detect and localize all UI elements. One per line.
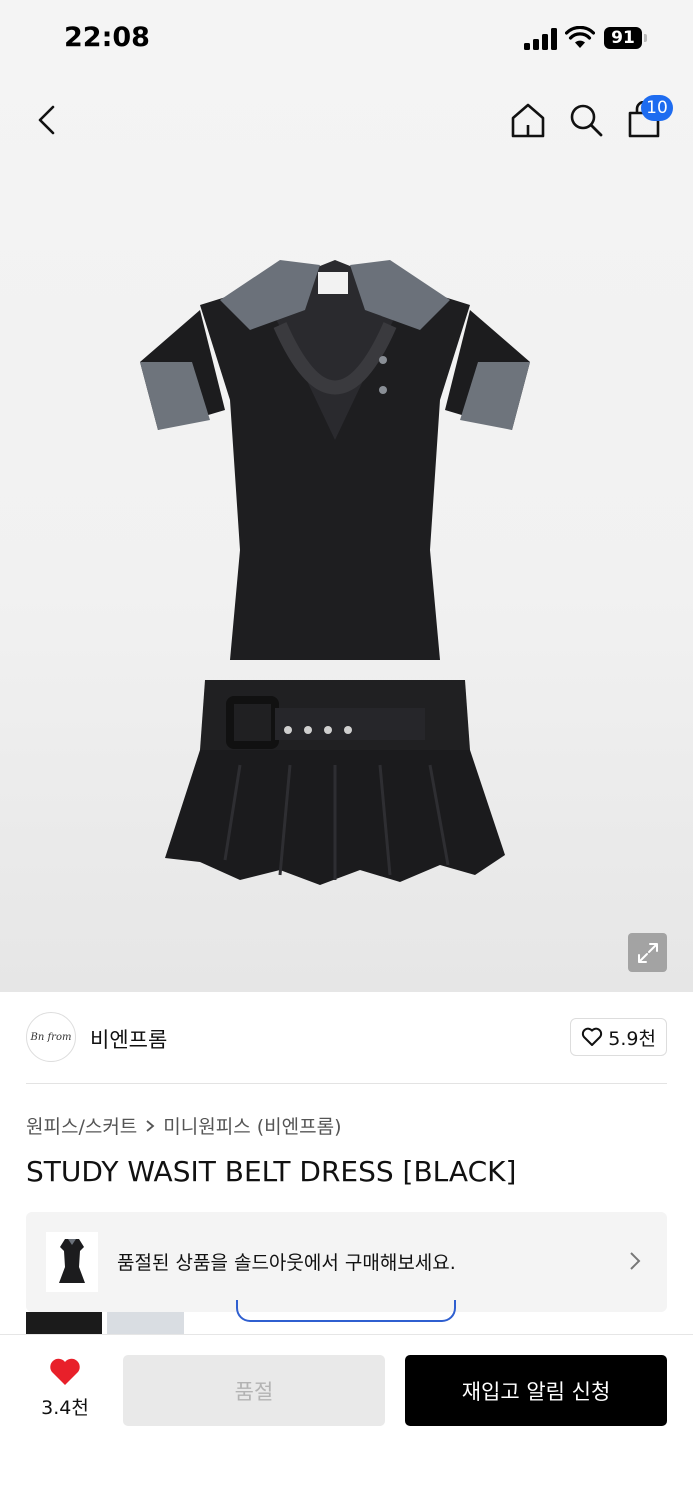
cellular-signal-icon [524, 28, 557, 50]
wishlist-count: 3.4천 [41, 1397, 89, 1419]
brand-name[interactable]: 비엔프롬 [90, 1024, 167, 1054]
brand-like-button[interactable]: 5.9천 [570, 1018, 667, 1056]
bottom-action-bar: 3.4천 품절 재입고 알림 신청 [0, 1334, 693, 1501]
thumbnail-peek[interactable] [107, 1312, 184, 1336]
heart-filled-icon [50, 1358, 80, 1385]
promo-text: 품절된 상품을 솔드아웃에서 구매해보세요. [117, 1252, 456, 1274]
chevron-right-icon [146, 1119, 155, 1132]
breadcrumb-subcategory[interactable]: 미니원피스 (비엔프롬) [163, 1112, 341, 1139]
breadcrumb: 원피스/스커트 미니원피스 (비엔프롬) [26, 1112, 341, 1139]
heart-outline-icon [582, 1027, 603, 1046]
cart-count-badge: 10 [641, 95, 673, 121]
expand-image-button[interactable] [628, 933, 667, 972]
tab-pill-peek [236, 1300, 456, 1322]
battery-level: 91 [604, 27, 642, 49]
home-icon [511, 103, 545, 138]
brand-logo[interactable]: Bn from [26, 1012, 76, 1062]
brand-like-count: 5.9천 [608, 1027, 656, 1050]
search-button[interactable] [564, 98, 608, 142]
search-icon [570, 104, 603, 137]
chevron-right-icon [630, 1252, 641, 1270]
battery-icon: 91 [604, 27, 650, 51]
home-button[interactable] [506, 98, 550, 142]
divider [26, 1083, 667, 1084]
brand-row: Bn from 비엔프롬 5.9천 [26, 1012, 667, 1064]
breadcrumb-category[interactable]: 원피스/스커트 [26, 1112, 137, 1139]
status-bar: 22:08 91 [0, 0, 693, 80]
soldout-button: 품절 [123, 1355, 385, 1426]
wishlist-button[interactable]: 3.4천 [30, 1357, 100, 1421]
thumbnail-peek[interactable] [26, 1312, 102, 1336]
expand-icon [637, 942, 658, 963]
top-nav [0, 90, 693, 150]
product-dress-image[interactable] [130, 250, 540, 900]
back-button[interactable] [24, 98, 68, 142]
brand-logo-text: Bn from [30, 1031, 72, 1043]
status-time: 22:08 [64, 22, 150, 53]
wifi-icon [565, 26, 595, 48]
chevron-left-icon [38, 105, 55, 135]
product-title: STUDY WASIT BELT DRESS [BLACK] [26, 1155, 517, 1188]
promo-thumbnail [46, 1232, 98, 1292]
soldout-promo-banner[interactable]: 품절된 상품을 솔드아웃에서 구매해보세요. [26, 1212, 667, 1312]
restock-alert-button[interactable]: 재입고 알림 신청 [405, 1355, 667, 1426]
